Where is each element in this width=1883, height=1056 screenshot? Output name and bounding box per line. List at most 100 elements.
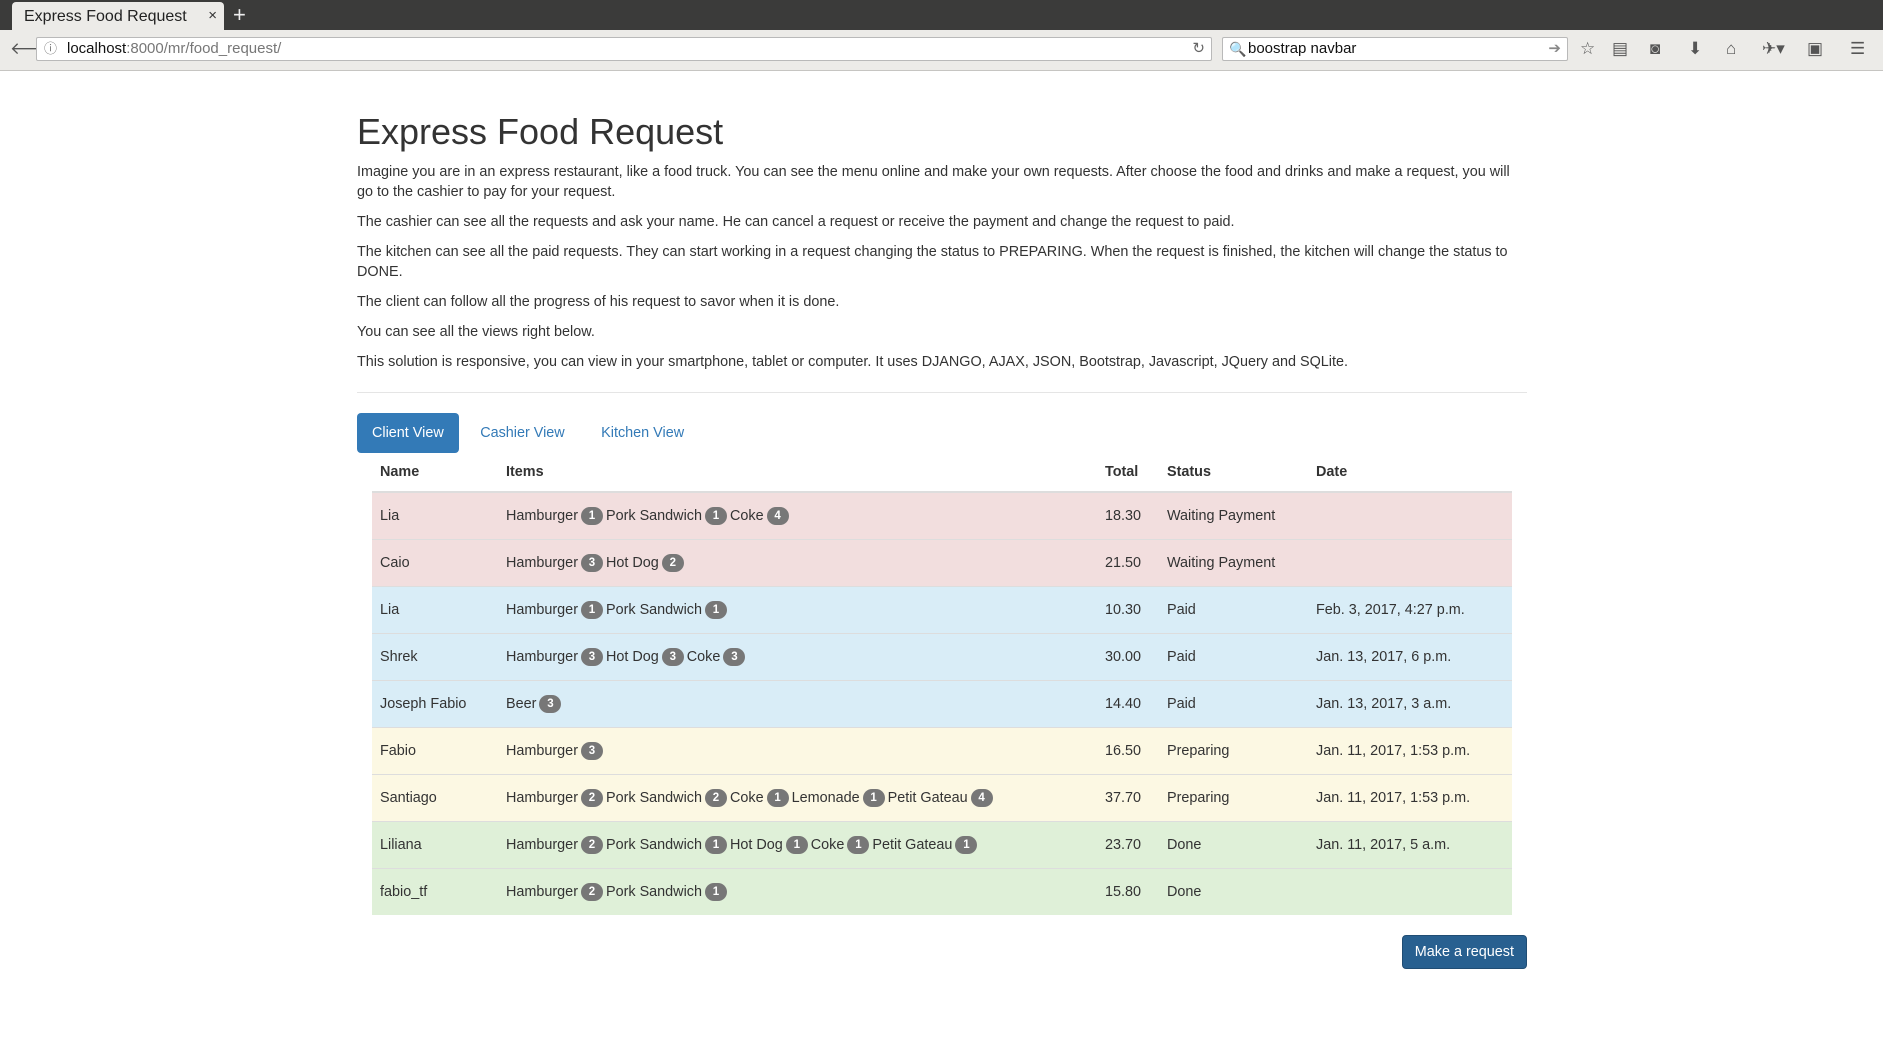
item-name: Pork Sandwich — [605, 836, 702, 853]
item-name: Hamburger — [506, 789, 578, 806]
table-row: Liliana Hamburger 2 Pork Sandwich 1 Hot Dog 1 C… — [372, 821, 1512, 869]
make-request-button[interactable]: Make a request — [1401, 935, 1527, 969]
extension-icon[interactable]: ✈▾ — [1762, 40, 1785, 58]
intro-paragraph: The cashier can see all the requests and… — [357, 214, 1235, 230]
reading-list-icon[interactable]: ▤ — [1612, 40, 1628, 58]
table-row: Joseph Fabio Beer 3 14.40 Paid Jan. 13, 2017,… — [372, 680, 1512, 728]
tab-cashier-view[interactable]: Cashier View — [465, 413, 580, 453]
cell-date: Jan. 13, 2017, 3 a.m. — [1308, 680, 1512, 728]
quantity-badge: 1 — [704, 836, 727, 854]
quantity-badge: 1 — [704, 507, 727, 525]
menu-icon[interactable]: ☰ — [1850, 40, 1865, 58]
item-name: Hamburger — [506, 554, 578, 571]
order-item: Coke 1 — [811, 836, 873, 854]
table-row: Lia Hamburger 1 Pork Sandwich 1 Coke 4 18.30 Wai… — [372, 491, 1512, 540]
intro-paragraph: The client can follow all the progress o… — [357, 294, 840, 310]
cell-total: 10.30 — [1097, 586, 1159, 634]
column-header-status: Status — [1159, 453, 1308, 493]
order-item: Pork Sandwich 1 — [606, 507, 730, 525]
cell-name: Fabio — [372, 727, 498, 775]
cell-date: Feb. 3, 2017, 4:27 p.m. — [1308, 586, 1512, 634]
order-item: Beer 3 — [506, 695, 564, 713]
cell-status: Paid — [1159, 680, 1308, 728]
cell-status: Paid — [1159, 633, 1308, 681]
quantity-badge: 2 — [580, 836, 603, 854]
order-item: Hamburger 1 — [506, 601, 606, 619]
item-name: Hamburger — [506, 648, 578, 665]
cell-date — [1308, 539, 1512, 587]
quantity-badge: 3 — [580, 648, 603, 666]
info-icon[interactable]: ⓘ — [44, 38, 57, 60]
quantity-badge: 4 — [970, 789, 993, 807]
browser-tab-title: Express Food Request — [24, 8, 187, 25]
item-name: Hamburger — [506, 507, 578, 524]
quantity-badge: 1 — [785, 836, 808, 854]
cell-items: Hamburger 2 Pork Sandwich 2 Coke 1 Lemonade 1 Pe… — [498, 774, 1097, 822]
quantity-badge: 1 — [580, 601, 603, 619]
column-header-date: Date — [1308, 453, 1512, 493]
table-row: fabio_tf Hamburger 2 Pork Sandwich 1 15.80 Don… — [372, 868, 1512, 915]
cell-items: Hamburger 1 Pork Sandwich 1 Coke 4 — [498, 491, 1097, 540]
item-name: Petit Gateau — [887, 789, 968, 806]
order-item: Hamburger 3 — [506, 554, 606, 572]
table-row: Shrek Hamburger 3 Hot Dog 3 Coke 3 30.00 Paid Jan… — [372, 633, 1512, 681]
item-name: Hamburger — [506, 883, 578, 900]
quantity-badge: 1 — [766, 789, 789, 807]
table-header-row: Name Items Total Status Date — [372, 453, 1512, 493]
page-container: Express Food Request Imagine you are in … — [357, 70, 1527, 969]
cell-items: Hamburger 1 Pork Sandwich 1 — [498, 586, 1097, 634]
item-name: Pork Sandwich — [605, 601, 702, 618]
order-item: Lemonade 1 — [792, 789, 888, 807]
tab-kitchen-view[interactable]: Kitchen View — [586, 413, 699, 453]
view-tabs: Client View Cashier View Kitchen View — [357, 413, 1527, 453]
cell-status: Done — [1159, 868, 1308, 915]
cell-total: 16.50 — [1097, 727, 1159, 775]
order-item: Hamburger 1 — [506, 507, 606, 525]
quantity-badge: 2 — [704, 789, 727, 807]
intro-paragraph: This solution is responsive, you can vie… — [357, 354, 1348, 370]
cell-total: 18.30 — [1097, 491, 1159, 540]
pocket-icon[interactable]: ◙ — [1650, 40, 1660, 58]
quantity-badge: 3 — [580, 742, 603, 760]
quantity-badge: 1 — [862, 789, 885, 807]
cell-date — [1308, 491, 1512, 540]
home-icon[interactable]: ⌂ — [1726, 40, 1736, 58]
intro-paragraph: You can see all the views right below. — [357, 324, 595, 340]
cell-total: 21.50 — [1097, 539, 1159, 587]
quantity-badge: 3 — [723, 648, 746, 666]
browser-tab[interactable]: Express Food Request × — [12, 2, 224, 30]
reload-icon[interactable]: ↻ — [1192, 38, 1205, 60]
new-tab-icon[interactable]: + — [233, 3, 246, 27]
cell-name: Santiago — [372, 774, 498, 822]
bookmark-star-icon[interactable]: ☆ — [1580, 40, 1595, 58]
requests-table: Name Items Total Status Date Lia Hamburge… — [372, 453, 1512, 915]
url-text: localhost:8000/mr/food_request/ — [67, 40, 282, 57]
search-bar[interactable]: 🔍 boostrap navbar ➔ — [1222, 37, 1568, 61]
order-item: Petit Gateau 4 — [887, 789, 996, 807]
order-item: Coke 3 — [686, 648, 749, 666]
column-header-total: Total — [1097, 453, 1159, 493]
order-item: Hot Dog 3 — [606, 648, 687, 666]
tab-close-icon[interactable]: × — [208, 7, 217, 24]
quantity-badge: 2 — [661, 554, 684, 572]
cell-items: Hamburger 3 Hot Dog 2 — [498, 539, 1097, 587]
order-item: Pork Sandwich 1 — [605, 601, 730, 619]
download-icon[interactable]: ⬇ — [1688, 40, 1702, 58]
column-header-items: Items — [498, 453, 1097, 493]
order-item: Hamburger 2 — [506, 789, 606, 807]
quantity-badge: 2 — [580, 789, 603, 807]
search-go-icon[interactable]: ➔ — [1548, 38, 1561, 60]
item-name: Hot Dog — [605, 554, 659, 571]
cell-name: Caio — [372, 539, 498, 587]
order-item: Hamburger 3 — [506, 742, 606, 760]
url-bar[interactable]: ⓘ localhost:8000/mr/food_request/ ↻ — [36, 37, 1212, 61]
screenshot-icon[interactable]: ▣ — [1807, 40, 1823, 58]
item-name: Petit Gateau — [872, 836, 953, 853]
cell-total: 15.80 — [1097, 868, 1159, 915]
quantity-badge: 1 — [580, 507, 603, 525]
cell-name: Shrek — [372, 633, 498, 681]
order-item: Pork Sandwich 1 — [605, 836, 730, 854]
cell-date — [1308, 868, 1512, 915]
tab-client-view[interactable]: Client View — [357, 413, 459, 453]
item-name: Coke — [686, 648, 721, 665]
